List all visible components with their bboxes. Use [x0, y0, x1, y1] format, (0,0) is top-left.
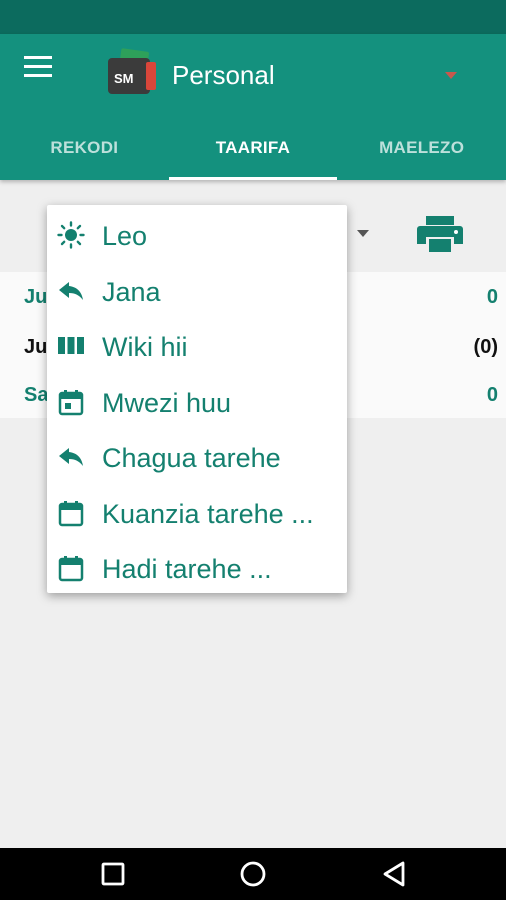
logo-text: SM [114, 71, 134, 86]
summary-label: Ju [24, 286, 48, 308]
printer-icon[interactable] [416, 214, 464, 254]
summary-value: (0) [473, 336, 498, 358]
menu-item-chagua-tarehe[interactable]: Chagua tarehe [47, 431, 347, 487]
menu-item-label: Wiki hii [102, 332, 188, 362]
menu-item-kuanzia-tarehe[interactable]: Kuanzia tarehe ... [47, 487, 347, 543]
reply-arrow-icon [59, 281, 83, 300]
tab-rekodi[interactable]: REKODI [0, 122, 169, 180]
summary-label: Ju [24, 336, 48, 358]
system-nav-bar [0, 848, 506, 900]
menu-item-jana[interactable]: Jana [47, 265, 347, 321]
calendar-icon [58, 500, 84, 526]
summary-label: Sa [24, 384, 49, 406]
menu-item-label: Kuanzia tarehe ... [102, 498, 314, 529]
menu-item-mwezi-huu[interactable]: Mwezi huu [47, 376, 347, 432]
tab-maelezo[interactable]: MAELEZO [337, 122, 506, 180]
menu-item-label: Jana [102, 276, 161, 307]
app-bar: SM Personal REKODI TAARIFA MAELEZO [0, 34, 506, 180]
hamburger-menu-icon[interactable] [24, 56, 56, 82]
reply-arrow-icon [59, 448, 83, 466]
tab-bar: REKODI TAARIFA MAELEZO [0, 122, 506, 180]
menu-item-leo[interactable]: Leo [47, 209, 347, 265]
week-columns-icon [58, 337, 84, 354]
summary-value: 0 [486, 384, 498, 406]
recents-square-icon[interactable] [98, 860, 128, 888]
caret-down-icon[interactable] [444, 70, 458, 80]
home-circle-icon[interactable] [238, 860, 268, 888]
tab-taarifa[interactable]: TAARIFA [168, 122, 338, 180]
app-logo: SM [108, 48, 156, 94]
menu-item-label: Chagua tarehe [102, 443, 281, 473]
back-triangle-icon[interactable] [380, 860, 410, 888]
calendar-day-icon [58, 389, 84, 415]
menu-item-label: Hadi tarehe ... [102, 554, 272, 584]
menu-item-wiki-hii[interactable]: Wiki hii [47, 320, 347, 376]
sun-icon [57, 221, 85, 249]
status-bar [0, 0, 506, 34]
menu-item-label: Mwezi huu [102, 387, 232, 418]
account-title[interactable]: Personal [172, 60, 275, 91]
menu-item-hadi-tarehe[interactable]: Hadi tarehe ... [47, 542, 347, 598]
menu-item-label: Leo [102, 221, 148, 251]
caret-down-icon[interactable] [356, 228, 370, 238]
summary-value: 0 [486, 286, 498, 308]
date-range-popup-menu: Leo Jana Wiki hii Mwezi huu Chagua tareh… [47, 205, 347, 593]
calendar-icon [58, 556, 84, 582]
